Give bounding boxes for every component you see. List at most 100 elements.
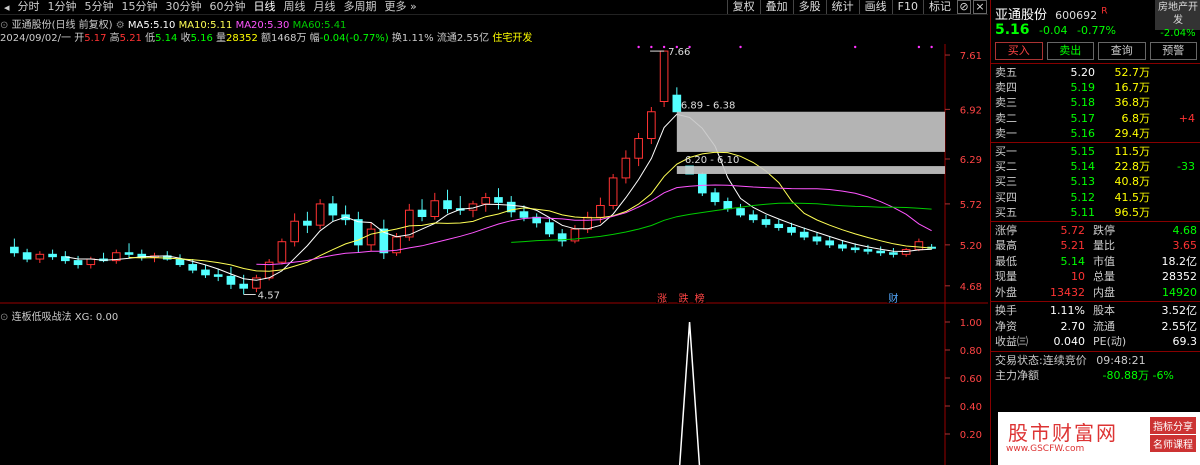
sub-tick-label: 0.60 [960, 374, 982, 385]
stat2-value2: 69.3 [1172, 335, 1198, 349]
candle [647, 107, 656, 145]
watermark-tag-2: 名师课程 [1150, 435, 1196, 452]
buy-row[interactable]: 买五 5.11 96.5万 [991, 205, 1200, 220]
sell-row[interactable]: 卖四 5.19 16.7万 [991, 80, 1200, 95]
watermark-title: 股市财富网 [1008, 421, 1118, 445]
candle [697, 172, 707, 197]
candle [506, 196, 516, 218]
stat-row: 最高 5.21 量比 3.65 [991, 238, 1200, 254]
buy-volume: 11.5万 [1114, 144, 1151, 158]
candle [201, 264, 210, 278]
event-dot [739, 45, 742, 49]
sell-label: 卖五 [995, 66, 1017, 79]
sell-row[interactable]: 卖五 5.20 52.7万 [991, 65, 1200, 80]
stat-label2: 内盘 [1093, 285, 1115, 299]
price-tick-label: 4.68 [960, 282, 982, 293]
sell-volume: 52.7万 [1114, 66, 1151, 79]
candle [366, 222, 376, 252]
trade-btn-3[interactable]: 预警 [1149, 42, 1197, 60]
buy-row[interactable]: 买三 5.13 40.8万 [991, 174, 1200, 189]
buy-delta [1150, 205, 1195, 220]
stats-block-1: 涨停 5.72 跌停 4.68 最高 5.21 量比 3.65 最低 5.14 市值 18.2亿 现量 1… [991, 223, 1200, 301]
buy-label: 买五 [995, 205, 1017, 219]
buy-price: 5.13 [1070, 175, 1096, 189]
buy-row[interactable]: 买二 5.14 22.8万 -33 [991, 159, 1200, 174]
sell-label: 卖二 [995, 111, 1017, 125]
candle [812, 232, 822, 245]
sell-label: 卖三 [995, 96, 1017, 110]
sub-tick-label: 0.20 [960, 430, 982, 441]
buy-volume: 41.5万 [1114, 190, 1151, 204]
trade-state-label: 交易状态: [995, 353, 1043, 367]
candle [774, 219, 784, 231]
sell-row[interactable]: 卖一 5.16 29.4万 [991, 126, 1200, 141]
stat2-label2: 流通 [1093, 319, 1115, 333]
trade-btn-2[interactable]: 查询 [1098, 42, 1146, 60]
buy-row[interactable]: 买四 5.12 41.5万 [991, 190, 1200, 205]
sell-row[interactable]: 卖三 5.18 36.8万 [991, 95, 1200, 110]
buy-price: 5.15 [1070, 144, 1096, 158]
stat2-value2: 2.55亿 [1161, 319, 1198, 333]
candle [927, 244, 936, 250]
candle [328, 196, 338, 222]
price-tick-label: 7.61 [960, 51, 982, 62]
sub-collapse-icon[interactable]: ⊙ [0, 312, 8, 323]
candle [175, 254, 185, 267]
event-dot [930, 45, 933, 49]
stat-label: 现量 [995, 270, 1017, 284]
sell-price: 5.17 [1070, 111, 1096, 125]
sell-delta [1150, 95, 1195, 110]
trade-btn-0[interactable]: 买入 [995, 42, 1043, 60]
buy-row[interactable]: 买一 5.15 11.5万 [991, 144, 1200, 159]
gap-box-1 [676, 111, 945, 152]
stat-value2: 14920 [1162, 285, 1197, 299]
stat-value: 5.14 [1060, 254, 1086, 268]
kline-chart[interactable]: 7.61 6.92 6.29 5.72 5.20 4.68 6.89 - 6.38 6.20 … [0, 0, 988, 465]
sell-volume: 36.8万 [1114, 96, 1151, 110]
candle [10, 238, 19, 257]
price-pct: -0.77% [1077, 24, 1116, 37]
stat-value: 5.21 [1060, 239, 1086, 253]
candle [901, 248, 911, 257]
candle [417, 199, 427, 222]
trade-btn-1[interactable]: 卖出 [1046, 42, 1094, 60]
stat-value2: 3.65 [1172, 239, 1198, 253]
candle [455, 196, 465, 215]
stat-label: 最低 [995, 254, 1017, 268]
sell-delta [1150, 80, 1195, 95]
stat-row: 涨停 5.72 跌停 4.68 [991, 223, 1200, 239]
sector-name: 房地产开发 [1158, 2, 1198, 26]
gap-box-2 [676, 166, 945, 174]
stat2-label2: 股本 [1093, 304, 1115, 318]
stat2-row: 净资 2.70 流通 2.55亿 [991, 319, 1200, 335]
stat-label: 最高 [995, 239, 1017, 253]
candle [379, 219, 389, 260]
candle [876, 246, 885, 256]
event-dot [675, 45, 679, 49]
sell-price: 5.20 [1070, 66, 1096, 79]
candle [73, 255, 83, 269]
event-dot [688, 45, 691, 49]
price-tick-label: 5.72 [960, 200, 982, 211]
sell-orders: 卖五 5.20 52.7万 卖四 5.19 16.7万 卖三 5.18 36.8万 卖二 5.17 6… [991, 65, 1200, 141]
candle [111, 249, 121, 264]
watermark-tag-1: 指标分享 [1150, 417, 1196, 434]
buy-price: 5.11 [1070, 205, 1096, 219]
candle [583, 211, 592, 234]
sell-row[interactable]: 卖二 5.17 6.8万 +4 [991, 111, 1200, 126]
stat-label2: 市值 [1093, 254, 1115, 268]
sell-label: 卖四 [995, 81, 1017, 95]
gap-label-2: 6.20 - 6.10 [685, 155, 740, 166]
candle [35, 251, 45, 263]
trade-state-value: 连续竞价 [1042, 353, 1087, 367]
stat-value2: 18.2亿 [1161, 254, 1198, 268]
stat-row: 最低 5.14 市值 18.2亿 [991, 254, 1200, 270]
sector-box[interactable]: 房地产开发 -2.04% [1155, 0, 1200, 39]
buy-label: 买一 [995, 144, 1017, 158]
stat2-label: 收益㈢ [995, 335, 1028, 349]
low-label: 4.57 [258, 290, 280, 301]
candle [736, 203, 745, 218]
stat-value: 5.72 [1060, 223, 1086, 237]
buy-price: 5.14 [1070, 160, 1096, 174]
trade-buttons: 买入 卖出 查询 预警 [991, 40, 1200, 62]
